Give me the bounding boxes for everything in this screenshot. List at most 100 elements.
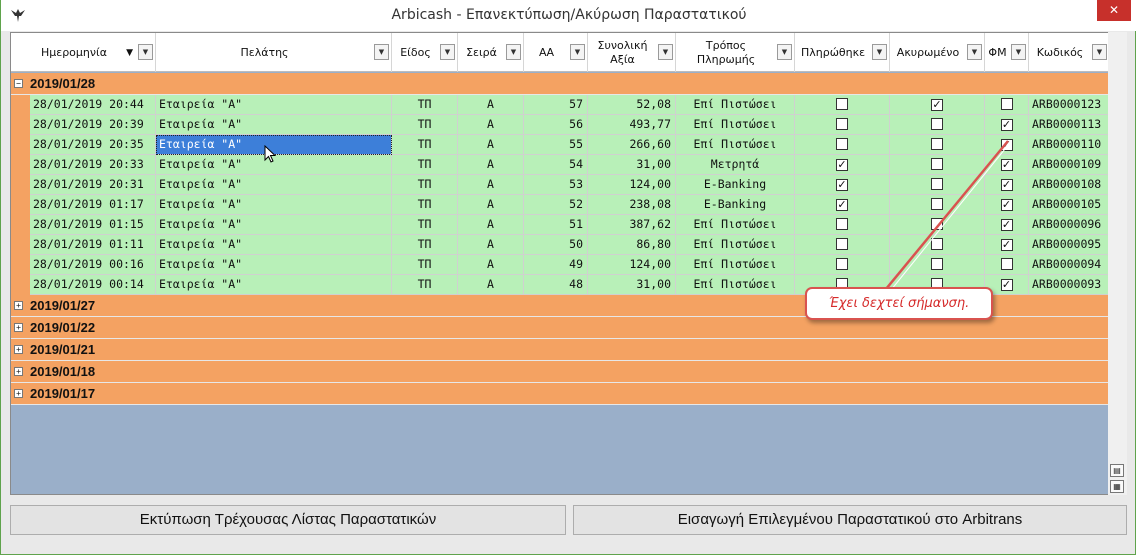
cell-total[interactable]: 86,80	[588, 235, 676, 255]
filter-dropdown-icon[interactable]: ▼	[1011, 44, 1026, 60]
filter-dropdown-icon[interactable]: ▼	[440, 44, 455, 60]
cell-aa[interactable]: 48	[524, 275, 588, 295]
vertical-scrollbar[interactable]: ▤ ▦	[1108, 32, 1127, 495]
cell-date[interactable]: 28/01/2019 20:31	[30, 175, 156, 195]
scroll-end-icon[interactable]: ▦	[1110, 480, 1124, 493]
column-header[interactable]: Ακυρωμένο ▼	[890, 33, 985, 72]
cell-date[interactable]: 28/01/2019 20:33	[30, 155, 156, 175]
column-header[interactable]: ΦΜ ▼	[985, 33, 1029, 72]
group-row[interactable]: +2019/01/18	[11, 361, 1110, 383]
cell-aa[interactable]: 57	[524, 95, 588, 115]
filter-dropdown-icon[interactable]: ▼	[138, 44, 153, 60]
cell-type[interactable]: ΤΠ	[392, 275, 458, 295]
column-header[interactable]: Συνολική Αξία ▼	[588, 33, 676, 72]
cell-aa[interactable]: 53	[524, 175, 588, 195]
checkbox-checked[interactable]: ✓	[1000, 199, 1013, 211]
table-row[interactable]: 28/01/2019 20:31 Εταιρεία "Α" ΤΠ Α 53 124,00 E…	[11, 175, 1110, 195]
checkbox-unchecked[interactable]	[836, 118, 848, 130]
column-header[interactable]: ΑΑ ▼	[524, 33, 588, 72]
cell-aa[interactable]: 55	[524, 135, 588, 155]
cell-type[interactable]: ΤΠ	[392, 115, 458, 135]
cell-paid[interactable]	[795, 255, 890, 275]
cell-series[interactable]: Α	[458, 95, 524, 115]
cell-fm[interactable]	[985, 255, 1029, 275]
checkbox-checked[interactable]: ✓	[836, 159, 848, 171]
group-row[interactable]: +2019/01/17	[11, 383, 1110, 405]
cell-cancelled[interactable]	[890, 255, 985, 275]
cell-paid[interactable]	[795, 235, 890, 255]
group-row[interactable]: −2019/01/28	[11, 73, 1110, 95]
cell-code[interactable]: ARB0000123	[1029, 95, 1110, 115]
close-button[interactable]: ✕	[1097, 0, 1131, 21]
cell-date[interactable]: 28/01/2019 20:44	[30, 95, 156, 115]
cell-aa[interactable]: 56	[524, 115, 588, 135]
column-header[interactable]: Πληρώθηκε ▼	[795, 33, 890, 72]
checkbox-unchecked[interactable]	[931, 178, 943, 190]
table-row[interactable]: 28/01/2019 20:39 Εταιρεία "Α" ΤΠ Α 56 493,77 Ε…	[11, 115, 1110, 135]
cell-cancelled[interactable]	[890, 135, 985, 155]
cell-total[interactable]: 31,00	[588, 155, 676, 175]
cell-aa[interactable]: 49	[524, 255, 588, 275]
cell-total[interactable]: 266,60	[588, 135, 676, 155]
cell-series[interactable]: Α	[458, 275, 524, 295]
cell-aa[interactable]: 54	[524, 155, 588, 175]
cell-code[interactable]: ARB0000108	[1029, 175, 1110, 195]
cell-code[interactable]: ARB0000110	[1029, 135, 1110, 155]
column-header[interactable]: Είδος ▼	[392, 33, 458, 72]
cell-customer[interactable]: Εταιρεία "Α"	[156, 215, 392, 235]
checkbox-checked[interactable]: ✓	[1000, 279, 1013, 291]
expand-icon[interactable]: +	[14, 345, 23, 354]
import-arbitrans-button[interactable]: Εισαγωγή Επιλεγμένου Παραστατικού στο Ar…	[573, 505, 1127, 535]
cell-code[interactable]: ARB0000096	[1029, 215, 1110, 235]
documents-grid[interactable]: Ημερομηνία ▼ ▼ Πελάτης ▼ Είδος ▼ Σειρά ▼ ΑΑ ▼ Συνολ…	[10, 32, 1111, 495]
expand-icon[interactable]: +	[14, 367, 23, 376]
cell-cancelled[interactable]	[890, 215, 985, 235]
checkbox-checked[interactable]: ✓	[1000, 159, 1013, 171]
cell-type[interactable]: ΤΠ	[392, 135, 458, 155]
table-row[interactable]: 28/01/2019 01:15 Εταιρεία "Α" ΤΠ Α 51 387,62 Ε…	[11, 215, 1110, 235]
cell-fm[interactable]: ✓	[985, 115, 1029, 135]
expand-icon[interactable]: +	[14, 389, 23, 398]
sort-desc-icon[interactable]: ▼	[126, 46, 133, 60]
cell-paid[interactable]: ✓	[795, 155, 890, 175]
cell-paid[interactable]: ✓	[795, 195, 890, 215]
cell-cancelled[interactable]	[890, 175, 985, 195]
cell-payment[interactable]: Μετρητά	[676, 155, 795, 175]
cell-total[interactable]: 387,62	[588, 215, 676, 235]
cell-aa[interactable]: 50	[524, 235, 588, 255]
table-row[interactable]: 28/01/2019 01:11 Εταιρεία "Α" ΤΠ Α 50 86,80 Επ…	[11, 235, 1110, 255]
cell-date[interactable]: 28/01/2019 01:17	[30, 195, 156, 215]
checkbox-checked[interactable]: ✓	[1000, 139, 1013, 151]
cell-series[interactable]: Α	[458, 215, 524, 235]
cell-date[interactable]: 28/01/2019 01:11	[30, 235, 156, 255]
filter-dropdown-icon[interactable]: ▼	[374, 44, 389, 60]
cell-total[interactable]: 124,00	[588, 175, 676, 195]
cell-payment[interactable]: Επί Πιστώσει	[676, 115, 795, 135]
cell-type[interactable]: ΤΠ	[392, 235, 458, 255]
filter-dropdown-icon[interactable]: ▼	[967, 44, 982, 60]
checkbox-unchecked[interactable]	[1000, 258, 1013, 270]
cell-payment[interactable]: E-Banking	[676, 175, 795, 195]
group-row[interactable]: +2019/01/22	[11, 317, 1110, 339]
cell-fm[interactable]: ✓	[985, 135, 1029, 155]
cell-type[interactable]: ΤΠ	[392, 255, 458, 275]
group-row[interactable]: +2019/01/21	[11, 339, 1110, 361]
cell-fm[interactable]: ✓	[985, 235, 1029, 255]
cell-fm[interactable]: ✓	[985, 175, 1029, 195]
cell-code[interactable]: ARB0000113	[1029, 115, 1110, 135]
cell-cancelled[interactable]	[890, 235, 985, 255]
checkbox-unchecked[interactable]	[931, 118, 943, 130]
checkbox-unchecked[interactable]	[836, 138, 848, 150]
cell-series[interactable]: Α	[458, 135, 524, 155]
cell-customer[interactable]: Εταιρεία "Α"	[156, 195, 392, 215]
cell-date[interactable]: 28/01/2019 01:15	[30, 215, 156, 235]
cell-customer[interactable]: Εταιρεία "Α"	[156, 115, 392, 135]
cell-payment[interactable]: Επί Πιστώσει	[676, 275, 795, 295]
cell-series[interactable]: Α	[458, 175, 524, 195]
cell-date[interactable]: 28/01/2019 20:39	[30, 115, 156, 135]
cell-total[interactable]: 31,00	[588, 275, 676, 295]
checkbox-checked[interactable]: ✓	[1000, 219, 1013, 231]
cell-date[interactable]: 28/01/2019 00:16	[30, 255, 156, 275]
filter-dropdown-icon[interactable]: ▼	[872, 44, 887, 60]
cell-code[interactable]: ARB0000094	[1029, 255, 1110, 275]
